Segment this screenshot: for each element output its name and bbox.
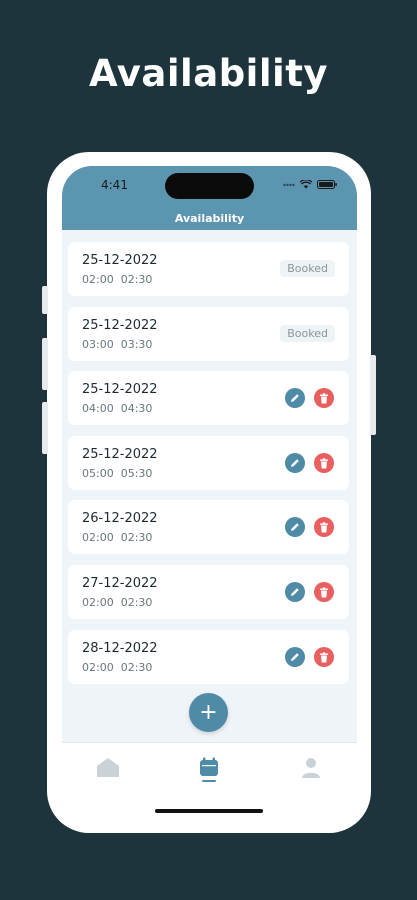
edit-button[interactable] (285, 647, 305, 667)
trash-icon (320, 392, 328, 403)
header-title: Availability (174, 212, 245, 225)
availability-card[interactable]: 25-12-2022 05:00 05:30 (68, 436, 349, 490)
trash-icon (320, 651, 328, 662)
active-indicator (202, 780, 216, 782)
user-icon (302, 758, 320, 778)
slot-time: 03:00 03:30 (82, 338, 153, 351)
availability-card[interactable]: 25-12-2022 02:00 02:30 Booked (68, 242, 349, 296)
slot-time: 04:00 04:30 (82, 402, 153, 415)
pencil-icon (291, 653, 299, 661)
pencil-icon (291, 394, 299, 402)
availability-card[interactable]: 26-12-2022 02:00 02:30 (68, 500, 349, 554)
delete-button[interactable] (314, 582, 334, 602)
edit-button[interactable] (285, 582, 305, 602)
home-icon (97, 758, 119, 777)
calendar-icon (200, 757, 218, 776)
app-header: 4:41 Availability (62, 166, 357, 230)
add-slot-button[interactable]: + (189, 693, 228, 732)
delete-button[interactable] (314, 453, 334, 473)
page-title: Availability (88, 52, 329, 95)
edit-button[interactable] (285, 517, 305, 537)
plus-icon: + (199, 700, 218, 725)
slot-time: 02:00 02:30 (82, 596, 153, 609)
slot-date: 25-12-2022 (82, 253, 158, 268)
nav-item-calendar[interactable] (196, 757, 222, 785)
pencil-icon (291, 459, 299, 467)
availability-card[interactable]: 25-12-2022 03:00 03:30 Booked (68, 307, 349, 361)
phone-side-button (42, 402, 48, 454)
booked-badge: Booked (280, 260, 335, 277)
battery-icon (317, 180, 337, 189)
slot-date: 25-12-2022 (82, 382, 158, 397)
slot-time: 02:00 02:30 (82, 661, 153, 674)
delete-button[interactable] (314, 388, 334, 408)
slot-date: 25-12-2022 (82, 447, 158, 462)
availability-card[interactable]: 28-12-2022 02:00 02:30 (68, 630, 349, 684)
slot-time: 02:00 02:30 (82, 531, 153, 544)
slot-date: 25-12-2022 (82, 318, 158, 333)
status-time: 4:41 (101, 178, 128, 192)
nav-item-profile[interactable] (298, 757, 324, 785)
status-icons (283, 180, 337, 189)
edit-button[interactable] (285, 453, 305, 473)
delete-button[interactable] (314, 647, 334, 667)
wifi-icon (300, 180, 312, 189)
pencil-icon (291, 588, 299, 596)
signal-icon (283, 183, 295, 186)
edit-button[interactable] (285, 388, 305, 408)
availability-card[interactable]: 27-12-2022 02:00 02:30 (68, 565, 349, 619)
trash-icon (320, 521, 328, 532)
app-screen: 4:41 Availability 25-12-2022 02:00 02:30… (62, 166, 357, 819)
availability-card[interactable]: 25-12-2022 04:00 04:30 (68, 371, 349, 425)
slot-date: 27-12-2022 (82, 576, 158, 591)
delete-button[interactable] (314, 517, 334, 537)
slot-time: 05:00 05:30 (82, 467, 153, 480)
phone-side-button (42, 286, 48, 314)
phone-side-button (370, 355, 376, 435)
bottom-nav (62, 742, 357, 819)
dynamic-island (165, 173, 254, 199)
phone-side-button (42, 338, 48, 390)
slot-date: 28-12-2022 (82, 641, 158, 656)
pencil-icon (291, 523, 299, 531)
nav-item-home[interactable] (95, 757, 121, 785)
trash-icon (320, 457, 328, 468)
trash-icon (320, 586, 328, 597)
booked-badge: Booked (280, 325, 335, 342)
slot-time: 02:00 02:30 (82, 273, 153, 286)
slot-date: 26-12-2022 (82, 511, 158, 526)
home-indicator (155, 809, 263, 813)
